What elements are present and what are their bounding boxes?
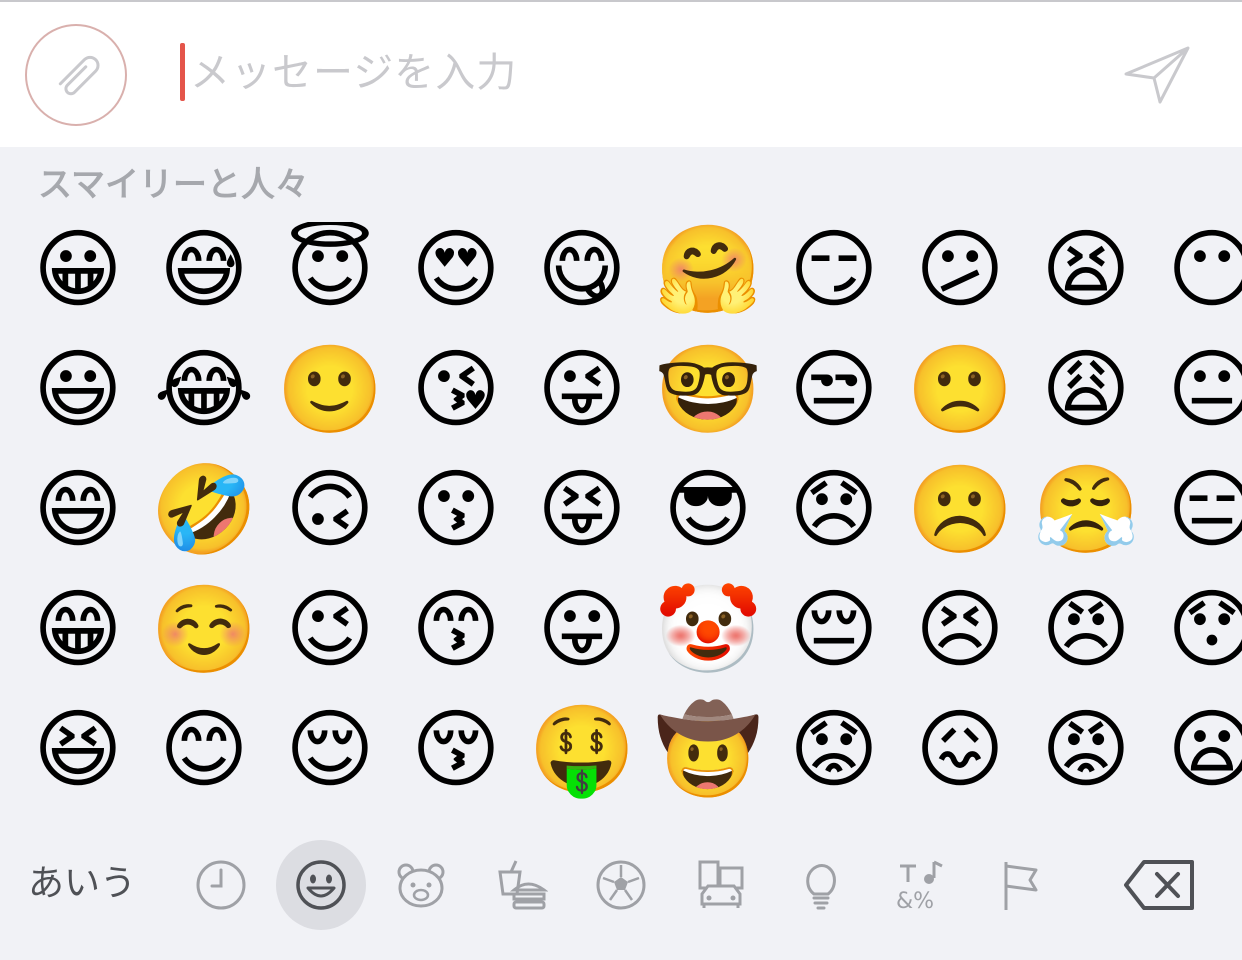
- emoji-key[interactable]: 😅: [148, 222, 260, 326]
- smiley-icon: [296, 860, 346, 910]
- emoji-key[interactable]: 😠: [1030, 574, 1142, 686]
- clock-icon: [196, 860, 246, 910]
- emoji-key[interactable]: 😩: [1030, 334, 1142, 446]
- emoji-key[interactable]: 😡: [1030, 694, 1142, 806]
- emoji-key[interactable]: 🤗: [652, 222, 764, 326]
- send-button[interactable]: [1120, 44, 1192, 110]
- emoji-key[interactable]: 😟: [778, 694, 890, 806]
- text-caret: [180, 43, 185, 101]
- emoji-key[interactable]: 😌: [274, 694, 386, 806]
- emoji-key[interactable]: 😫: [1030, 222, 1142, 326]
- emoji-key[interactable]: 🤠: [652, 694, 764, 806]
- emoji-key[interactable]: 😏: [778, 222, 890, 326]
- emoji-key[interactable]: 😑: [1156, 454, 1242, 566]
- emoji-key[interactable]: 🤑: [526, 694, 638, 806]
- soccer-ball-icon: [596, 860, 646, 910]
- emoji-key[interactable]: 😉: [274, 574, 386, 686]
- emoji-key[interactable]: 🤣: [148, 454, 260, 566]
- emoji-key[interactable]: 😶: [1156, 222, 1242, 326]
- emoji-key[interactable]: 😐: [1156, 334, 1242, 446]
- emoji-key[interactable]: 😕: [904, 222, 1016, 326]
- category-travel-button[interactable]: [694, 858, 748, 912]
- svg-text:&%: &%: [896, 889, 934, 912]
- emoji-key[interactable]: 🤡: [652, 574, 764, 686]
- emoji-key[interactable]: 😖: [904, 694, 1016, 806]
- emoji-key[interactable]: 😄: [22, 454, 134, 566]
- paperclip-icon: [58, 55, 100, 96]
- category-recent-button[interactable]: [194, 858, 248, 912]
- category-flags-button[interactable]: [994, 858, 1048, 912]
- emoji-key[interactable]: ☺️: [148, 574, 260, 686]
- burger-drink-icon: [498, 860, 549, 910]
- emoji-key[interactable]: 🙃: [274, 454, 386, 566]
- emoji-key[interactable]: 😎: [652, 454, 764, 566]
- backspace-icon: [1124, 860, 1194, 910]
- emoji-section-title: スマイリーと人々: [38, 165, 309, 205]
- attach-button[interactable]: [25, 24, 127, 126]
- message-compose-bar: メッセージを入力: [0, 2, 1242, 147]
- symbols-icon: &%: [896, 860, 943, 914]
- category-objects-button[interactable]: [794, 858, 848, 912]
- emoji-key[interactable]: ☹️: [904, 454, 1016, 566]
- emoji-key[interactable]: 😘: [400, 334, 512, 446]
- emoji-key[interactable]: 😙: [400, 574, 512, 686]
- language-switch-button[interactable]: あいう: [28, 862, 136, 906]
- category-smileys-button[interactable]: [294, 858, 348, 912]
- delete-button[interactable]: [1122, 858, 1198, 916]
- emoji-key[interactable]: 😂: [148, 334, 260, 446]
- emoji-key[interactable]: 😗: [400, 454, 512, 566]
- category-animals-button[interactable]: [394, 858, 448, 912]
- emoji-key[interactable]: 😒: [778, 334, 890, 446]
- message-input[interactable]: メッセージを入力: [190, 49, 517, 97]
- emoji-key[interactable]: 😛: [526, 574, 638, 686]
- emoji-key[interactable]: 🙂: [274, 334, 386, 446]
- emoji-key[interactable]: 😊: [148, 694, 260, 806]
- emoji-key[interactable]: 😍: [400, 222, 512, 326]
- category-activity-button[interactable]: [594, 858, 648, 912]
- paper-plane-icon: [1124, 46, 1190, 104]
- lightbulb-icon: [806, 864, 836, 910]
- emoji-key[interactable]: 🙁: [904, 334, 1016, 446]
- emoji-key[interactable]: 😔: [778, 574, 890, 686]
- emoji-key[interactable]: 😝: [526, 454, 638, 566]
- category-symbols-button[interactable]: &%: [894, 858, 948, 914]
- emoji-key[interactable]: 😇: [274, 222, 386, 326]
- bear-icon: [397, 863, 445, 908]
- emoji-grid: 😀 😅 😇 😍 😋 🤗 😏 😕 😫 😶 😃 😂 🙂 😘 😜 🤓 😒 🙁 😩 😐 😄 🤣 🙃 😗 😝 😎 😞 ☹️ 😤 😑 😁 ☺️ 😉 😙 😛 🤡 😔 😣…: [0, 222, 1242, 822]
- emoji-key[interactable]: 😃: [22, 334, 134, 446]
- emoji-key[interactable]: 😣: [904, 574, 1016, 686]
- flag-icon: [1004, 862, 1038, 910]
- building-car-icon: [698, 860, 744, 908]
- emoji-key[interactable]: 😁: [22, 574, 134, 686]
- emoji-key[interactable]: 😜: [526, 334, 638, 446]
- emoji-key[interactable]: 🤓: [652, 334, 764, 446]
- category-food-button[interactable]: [494, 858, 549, 912]
- emoji-key[interactable]: 😀: [22, 222, 134, 326]
- emoji-key[interactable]: 😦: [1156, 694, 1242, 806]
- emoji-key[interactable]: 😞: [778, 454, 890, 566]
- emoji-key[interactable]: 😋: [526, 222, 638, 326]
- emoji-key[interactable]: 😚: [400, 694, 512, 806]
- emoji-key[interactable]: 😯: [1156, 574, 1242, 686]
- emoji-key[interactable]: 😤: [1030, 454, 1142, 566]
- emoji-key[interactable]: 😆: [22, 694, 134, 806]
